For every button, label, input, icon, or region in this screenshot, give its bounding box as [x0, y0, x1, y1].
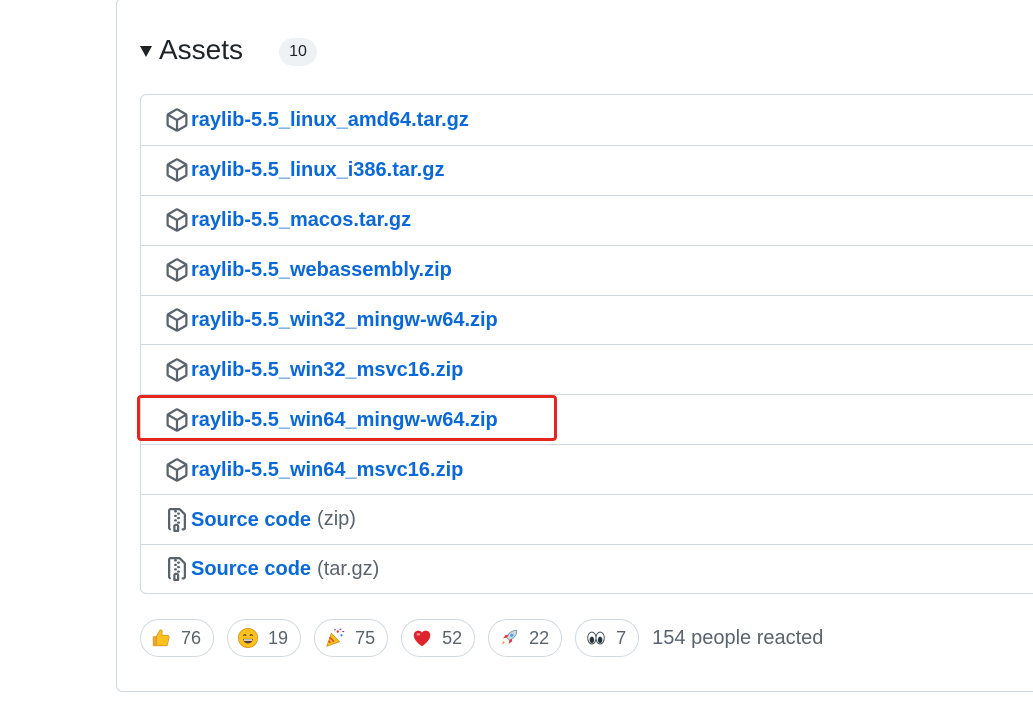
asset-row: Source code (tar.gz)	[141, 544, 1033, 593]
asset-link[interactable]: raylib-5.5_macos.tar.gz	[191, 210, 411, 230]
asset-link[interactable]: raylib-5.5_win32_msvc16.zip	[191, 360, 463, 380]
reaction-count: 52	[442, 627, 463, 648]
asset-link[interactable]: Source code	[191, 559, 311, 579]
package-icon	[165, 157, 191, 183]
reaction-heart-button[interactable]: 52	[401, 619, 476, 657]
file-zip-icon	[165, 556, 191, 582]
heart-icon	[411, 627, 433, 649]
asset-link[interactable]: raylib-5.5_win64_mingw-w64.zip	[191, 410, 498, 430]
reaction-laugh-button[interactable]: 19	[227, 619, 302, 657]
asset-row: raylib-5.5_linux_i386.tar.gz	[141, 144, 1033, 195]
caret-down-icon	[140, 45, 152, 57]
asset-row: Source code (zip)	[141, 494, 1033, 544]
package-icon	[165, 257, 191, 283]
reaction-rocket-button[interactable]: 22	[488, 619, 563, 657]
package-icon	[165, 407, 191, 433]
assets-title: Assets	[159, 34, 244, 65]
reaction-count: 19	[268, 627, 289, 648]
asset-link[interactable]: raylib-5.5_linux_amd64.tar.gz	[191, 110, 469, 130]
asset-list: raylib-5.5_linux_amd64.tar.gz raylib-5.5…	[140, 94, 1033, 594]
assets-count-badge: 10	[279, 38, 318, 66]
assets-summary[interactable]: Assets 10	[140, 30, 318, 70]
asset-format-label: (zip)	[317, 508, 356, 531]
reaction-count: 22	[529, 627, 550, 648]
reaction-eyes-button[interactable]: 7	[575, 619, 640, 657]
reactions-bar: 76 19 75 52 22 7 154 people reacted	[140, 619, 823, 657]
asset-row: raylib-5.5_win32_msvc16.zip	[141, 344, 1033, 394]
asset-link[interactable]: raylib-5.5_win32_mingw-w64.zip	[191, 310, 498, 330]
asset-row: raylib-5.5_win32_mingw-w64.zip	[141, 294, 1033, 345]
laugh-icon	[237, 627, 259, 649]
reactions-summary: 154 people reacted	[652, 626, 824, 649]
asset-format-label: (tar.gz)	[317, 557, 380, 580]
eyes-icon	[585, 627, 607, 649]
asset-link[interactable]: raylib-5.5_webassembly.zip	[191, 260, 452, 280]
asset-row-highlighted: raylib-5.5_win64_mingw-w64.zip	[141, 394, 1033, 444]
reaction-hooray-button[interactable]: 75	[314, 619, 389, 657]
package-icon	[165, 207, 191, 233]
package-icon	[165, 457, 191, 483]
asset-link[interactable]: raylib-5.5_win64_msvc16.zip	[191, 460, 463, 480]
asset-link[interactable]: Source code	[191, 510, 311, 530]
reaction-count: 76	[181, 627, 202, 648]
asset-row: raylib-5.5_linux_amd64.tar.gz	[141, 95, 1033, 145]
asset-row: raylib-5.5_macos.tar.gz	[141, 194, 1033, 245]
reaction-count: 7	[616, 627, 627, 648]
rocket-icon	[498, 627, 520, 649]
package-icon	[165, 107, 191, 133]
asset-row: raylib-5.5_webassembly.zip	[141, 244, 1033, 295]
reaction-count: 75	[355, 627, 376, 648]
thumbs-up-icon	[150, 627, 172, 649]
file-zip-icon	[165, 507, 191, 533]
package-icon	[165, 357, 191, 383]
hooray-icon	[324, 627, 346, 649]
asset-row: raylib-5.5_win64_msvc16.zip	[141, 444, 1033, 494]
package-icon	[165, 307, 191, 333]
asset-link[interactable]: raylib-5.5_linux_i386.tar.gz	[191, 160, 444, 180]
reaction-thumbs-up-button[interactable]: 76	[140, 619, 215, 657]
